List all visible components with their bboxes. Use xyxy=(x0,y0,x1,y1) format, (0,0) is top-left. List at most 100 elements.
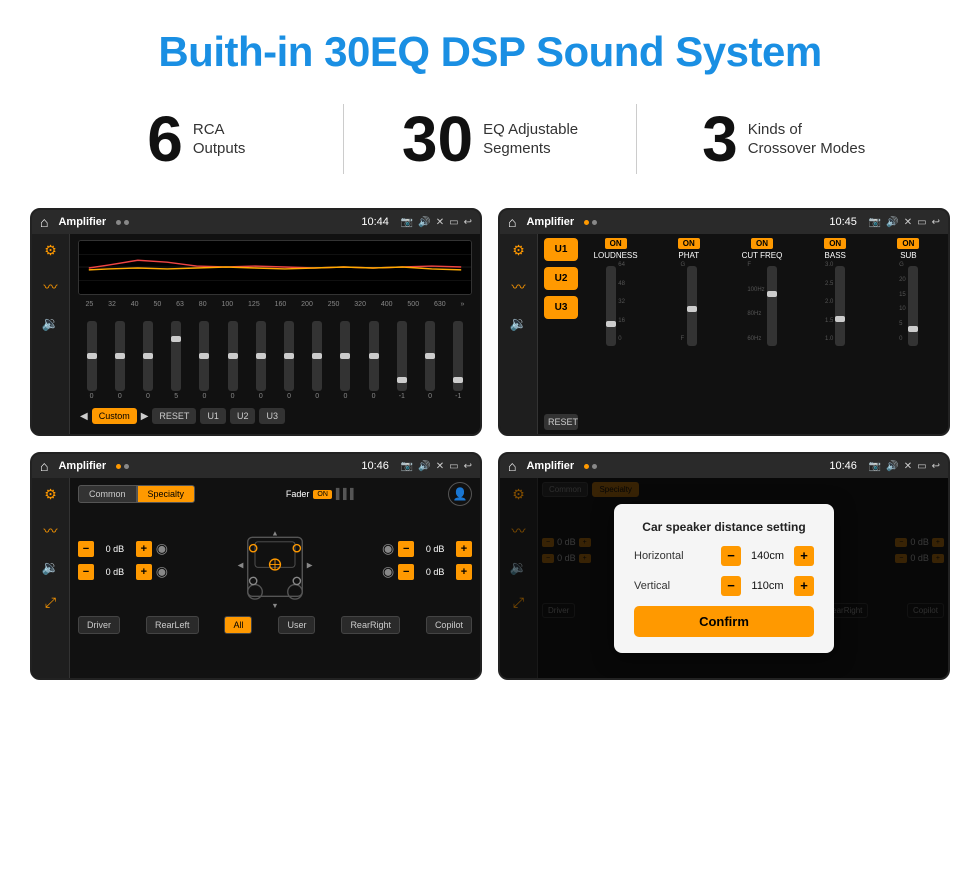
sub-thumb[interactable] xyxy=(908,326,918,332)
eq-track-8[interactable] xyxy=(284,321,294,391)
rear-right-btn[interactable]: RearRight xyxy=(341,616,400,634)
eq-custom-btn[interactable]: Custom xyxy=(92,408,137,424)
crossover-u1-btn[interactable]: U1 xyxy=(544,238,578,261)
eq-track-13[interactable] xyxy=(425,321,435,391)
eq-u3-btn[interactable]: U3 xyxy=(259,408,285,424)
eq-thumb-11[interactable] xyxy=(369,353,379,359)
crossover-x-icon[interactable]: ✕ xyxy=(904,217,912,228)
dialog-x-icon[interactable]: ✕ xyxy=(904,461,912,472)
copilot-btn[interactable]: Copilot xyxy=(426,616,472,634)
eq-sidebar-eq-icon[interactable]: ⚙ xyxy=(44,242,57,259)
loudness-thumb[interactable] xyxy=(606,321,616,327)
eq-thumb-14[interactable] xyxy=(453,377,463,383)
eq-next-icon[interactable]: ▶ xyxy=(141,411,149,422)
eq-track-7[interactable] xyxy=(256,321,266,391)
eq-sidebar-speaker-icon[interactable]: 🔉 xyxy=(42,315,59,332)
eq-rect-icon[interactable]: ▭ xyxy=(449,217,458,228)
vertical-minus-btn[interactable]: − xyxy=(721,576,741,596)
minus-btn-2[interactable]: − xyxy=(78,564,94,580)
loudness-slider[interactable] xyxy=(606,266,616,346)
eq-home-icon[interactable]: ⌂ xyxy=(40,214,48,230)
plus-btn-1[interactable]: + xyxy=(136,541,152,557)
horizontal-plus-btn[interactable]: + xyxy=(794,546,814,566)
crossover-sidebar-wave-icon[interactable]: 〰 xyxy=(512,277,526,297)
eq-thumb-8[interactable] xyxy=(284,353,294,359)
eq-track-3[interactable] xyxy=(143,321,153,391)
eq-track-11[interactable] xyxy=(369,321,379,391)
minus-btn-4[interactable]: − xyxy=(398,564,414,580)
minus-btn-1[interactable]: − xyxy=(78,541,94,557)
eq-track-1[interactable] xyxy=(87,321,97,391)
fader-sidebar-eq-icon[interactable]: ⚙ xyxy=(44,486,57,503)
phat-slider[interactable] xyxy=(687,266,697,346)
eq-thumb-12[interactable] xyxy=(397,377,407,383)
eq-thumb-13[interactable] xyxy=(425,353,435,359)
fader-back-icon[interactable]: ↩ xyxy=(464,461,472,472)
confirm-button[interactable]: Confirm xyxy=(634,606,814,637)
eq-sidebar-wave-icon[interactable]: 〰 xyxy=(44,277,58,297)
eq-sliders: 0 0 0 5 0 xyxy=(78,312,472,400)
fader-sidebar-arrows-icon[interactable]: ⤢ xyxy=(45,594,56,611)
eq-track-5[interactable] xyxy=(199,321,209,391)
fader-sidebar-wave-icon[interactable]: 〰 xyxy=(44,521,58,541)
tab-common[interactable]: Common xyxy=(78,485,137,503)
eq-thumb-7[interactable] xyxy=(256,353,266,359)
tab-specialty[interactable]: Specialty xyxy=(137,485,196,503)
eq-u1-btn[interactable]: U1 xyxy=(200,408,226,424)
eq-thumb-4[interactable] xyxy=(171,336,181,342)
driver-btn[interactable]: Driver xyxy=(78,616,120,634)
minus-btn-3[interactable]: − xyxy=(398,541,414,557)
fader-sidebar-speaker-icon[interactable]: 🔉 xyxy=(42,559,59,576)
person-icon[interactable]: 👤 xyxy=(448,482,472,506)
dialog-rect-icon[interactable]: ▭ xyxy=(917,461,926,472)
dialog-overlay: Car speaker distance setting Horizontal … xyxy=(500,478,948,678)
crossover-reset-btn[interactable]: RESET xyxy=(544,414,578,430)
crossover-u3-btn[interactable]: U3 xyxy=(544,296,578,319)
eq-track-9[interactable] xyxy=(312,321,322,391)
user-btn[interactable]: User xyxy=(278,616,315,634)
eq-back-icon[interactable]: ↩ xyxy=(464,217,472,228)
all-btn[interactable]: All xyxy=(224,616,252,634)
eq-thumb-5[interactable] xyxy=(199,353,209,359)
crossover-sidebar-speaker-icon[interactable]: 🔉 xyxy=(510,315,527,332)
eq-track-2[interactable] xyxy=(115,321,125,391)
cutfreq-slider[interactable] xyxy=(767,266,777,346)
crossover-back-icon[interactable]: ↩ xyxy=(932,217,940,228)
eq-thumb-10[interactable] xyxy=(340,353,350,359)
eq-u2-btn[interactable]: U2 xyxy=(230,408,256,424)
eq-track-4[interactable] xyxy=(171,321,181,391)
plus-btn-2[interactable]: + xyxy=(136,564,152,580)
bass-slider[interactable] xyxy=(835,266,845,346)
eq-track-10[interactable] xyxy=(340,321,350,391)
plus-btn-3[interactable]: + xyxy=(456,541,472,557)
crossover-home-icon[interactable]: ⌂ xyxy=(508,214,516,230)
eq-slider-8: 0 xyxy=(284,321,294,400)
eq-thumb-2[interactable] xyxy=(115,353,125,359)
phat-thumb[interactable] xyxy=(687,306,697,312)
plus-btn-4[interactable]: + xyxy=(456,564,472,580)
sub-slider[interactable] xyxy=(908,266,918,346)
vertical-plus-btn[interactable]: + xyxy=(794,576,814,596)
fader-rect-icon[interactable]: ▭ xyxy=(449,461,458,472)
eq-reset-btn[interactable]: RESET xyxy=(152,408,196,424)
eq-x-icon[interactable]: ✕ xyxy=(436,217,444,228)
eq-prev-icon[interactable]: ◀ xyxy=(80,411,88,422)
eq-thumb-3[interactable] xyxy=(143,353,153,359)
rear-left-btn[interactable]: RearLeft xyxy=(146,616,199,634)
crossover-sidebar-eq-icon[interactable]: ⚙ xyxy=(512,242,525,259)
horizontal-minus-btn[interactable]: − xyxy=(721,546,741,566)
eq-thumb-6[interactable] xyxy=(228,353,238,359)
crossover-u2-btn[interactable]: U2 xyxy=(544,267,578,290)
dialog-home-icon[interactable]: ⌂ xyxy=(508,458,516,474)
eq-track-6[interactable] xyxy=(228,321,238,391)
eq-track-14[interactable] xyxy=(453,321,463,391)
dialog-back-icon[interactable]: ↩ xyxy=(932,461,940,472)
fader-x-icon[interactable]: ✕ xyxy=(436,461,444,472)
bass-thumb[interactable] xyxy=(835,316,845,322)
eq-thumb-1[interactable] xyxy=(87,353,97,359)
eq-track-12[interactable] xyxy=(397,321,407,391)
crossover-rect-icon[interactable]: ▭ xyxy=(917,217,926,228)
eq-thumb-9[interactable] xyxy=(312,353,322,359)
cutfreq-thumb[interactable] xyxy=(767,291,777,297)
fader-home-icon[interactable]: ⌂ xyxy=(40,458,48,474)
